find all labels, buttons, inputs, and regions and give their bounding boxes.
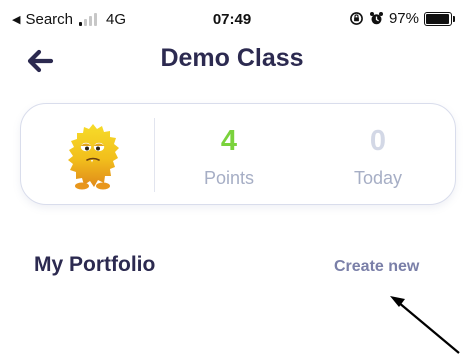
portfolio-title: My Portfolio bbox=[34, 253, 156, 276]
screen: ◀ Search 4G 07:49 97% Demo Class 4 Point… bbox=[0, 0, 464, 356]
status-bar: ◀ Search 4G 07:49 97% bbox=[0, 0, 464, 40]
points-label: Points bbox=[203, 168, 255, 188]
create-new-button[interactable]: Create new bbox=[334, 258, 419, 276]
student-stats-card: 4 Points 0 Today bbox=[20, 103, 456, 205]
card-divider bbox=[154, 118, 155, 192]
battery-icon bbox=[424, 11, 455, 26]
today-label: Today bbox=[353, 168, 403, 188]
yellow-monster-avatar-icon bbox=[68, 124, 119, 190]
avatar[interactable] bbox=[58, 120, 128, 192]
points-value: 4 bbox=[220, 125, 238, 157]
status-right: 97% bbox=[349, 10, 455, 27]
today-value: 0 bbox=[369, 125, 387, 157]
battery-percent: 97% bbox=[388, 10, 419, 27]
alarm-clock-icon bbox=[369, 11, 384, 26]
points-stat: 4 Points bbox=[169, 124, 289, 189]
page-title: Demo Class bbox=[160, 44, 304, 72]
today-stat: 0 Today bbox=[318, 124, 438, 189]
header: Demo Class bbox=[0, 40, 464, 82]
orientation-lock-icon bbox=[349, 11, 364, 26]
